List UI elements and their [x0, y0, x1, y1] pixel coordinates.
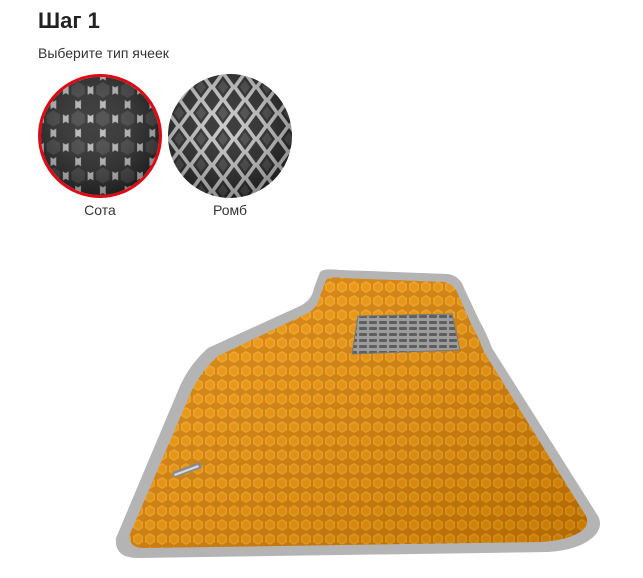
metal-heel-pad	[351, 313, 461, 355]
cell-type-label: Ромб	[213, 202, 247, 218]
floor-mat-preview	[108, 266, 608, 566]
honeycomb-icon	[41, 77, 159, 195]
cell-type-option-rhombus[interactable]: Ромб	[168, 74, 292, 218]
cell-type-label: Сота	[84, 202, 116, 218]
car-floor-mat-image	[115, 269, 600, 558]
cell-type-option-honeycomb[interactable]: Сота	[38, 74, 162, 218]
step-title: Шаг 1	[38, 8, 100, 33]
step-subtitle: Выберите тип ячеек	[38, 45, 169, 61]
rhombus-swatch[interactable]	[168, 74, 292, 198]
honeycomb-swatch[interactable]	[38, 74, 162, 198]
rhombus-icon	[168, 74, 292, 198]
